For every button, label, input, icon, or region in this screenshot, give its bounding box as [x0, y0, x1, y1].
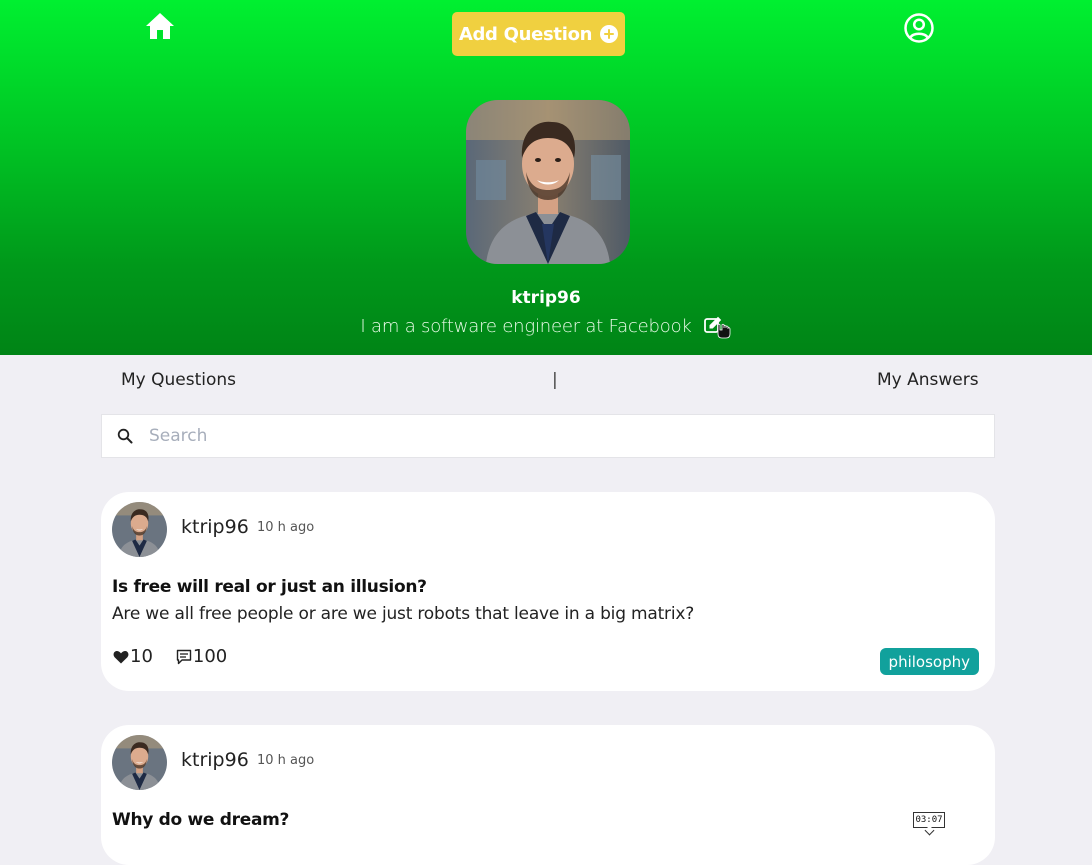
- tab-my-questions[interactable]: My Questions: [121, 370, 236, 390]
- question-time: 10 h ago: [257, 753, 315, 768]
- like-count: 10: [130, 646, 153, 667]
- profile-avatar: [466, 100, 630, 264]
- search-bar: [101, 414, 995, 458]
- question-card[interactable]: ktrip96 10 h ago Why do we dream?: [101, 725, 995, 865]
- home-icon[interactable]: [144, 11, 176, 41]
- comment-count: 100: [192, 646, 228, 667]
- question-author[interactable]: ktrip96: [181, 516, 249, 538]
- profile-bio-row: I am a software engineer at Facebook: [0, 314, 1092, 339]
- search-icon: [117, 428, 133, 444]
- edit-icon[interactable]: [703, 315, 732, 339]
- comment-button[interactable]: 100: [176, 646, 227, 667]
- plus-circle-icon: [600, 25, 619, 43]
- user-circle-icon[interactable]: [903, 12, 935, 44]
- profile-tabs: My Questions | My Answers: [0, 366, 1092, 394]
- avatar[interactable]: [112, 735, 167, 790]
- question-body: Are we all free people or are we just ro…: [112, 604, 695, 624]
- question-time: 10 h ago: [257, 520, 315, 535]
- question-title[interactable]: Why do we dream?: [112, 810, 289, 830]
- avatar[interactable]: [112, 502, 167, 557]
- question-card[interactable]: ktrip96 10 h ago Is free will real or ju…: [101, 492, 995, 691]
- heart-icon: [113, 650, 129, 663]
- question-author[interactable]: ktrip96: [181, 749, 249, 771]
- profile-bio: I am a software engineer at Facebook: [360, 315, 692, 337]
- question-tag[interactable]: philosophy: [879, 648, 979, 675]
- pointer-hand-icon: [717, 323, 731, 339]
- search-input[interactable]: [147, 425, 951, 447]
- question-stats: 10 100: [113, 646, 227, 667]
- question-title[interactable]: Is free will real or just an illusion?: [112, 577, 427, 597]
- comment-icon: [176, 649, 192, 664]
- tab-my-answers[interactable]: My Answers: [877, 370, 979, 390]
- profile-username: ktrip96: [511, 288, 581, 308]
- add-question-button[interactable]: Add Question: [452, 12, 625, 56]
- profile-header: Add Question ktrip96 I am a software eng…: [0, 0, 1092, 355]
- add-question-label: Add Question: [458, 23, 593, 45]
- like-button[interactable]: 10: [113, 646, 153, 667]
- tab-separator: |: [552, 370, 558, 390]
- time-tooltip: 03:07: [913, 812, 945, 828]
